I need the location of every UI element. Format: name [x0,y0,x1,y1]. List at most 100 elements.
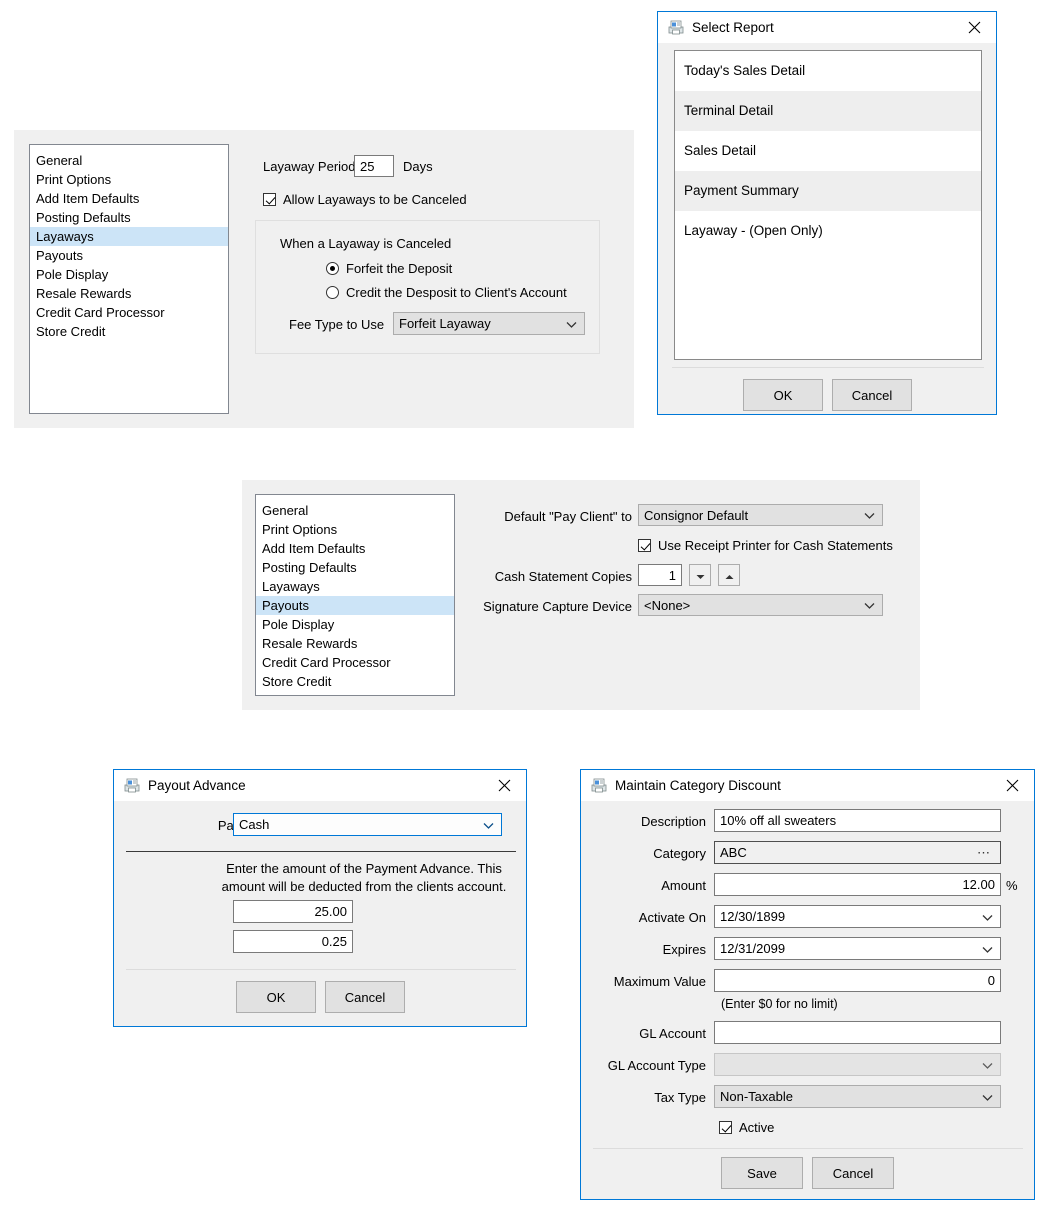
settings-category-list[interactable]: General Print Options Add Item Defaults … [29,144,229,414]
description-input[interactable]: 10% off all sweaters [714,809,1001,832]
report-label: Terminal Detail [684,103,773,118]
expires-datepicker[interactable]: 12/31/2099 [714,937,1001,960]
groupbox-title: When a Layaway is Canceled [280,236,451,251]
tax-type-label: Tax Type [591,1090,706,1105]
cash-statement-copies-up-button[interactable] [718,564,740,586]
use-receipt-printer-checkbox[interactable]: Use Receipt Printer for Cash Statements [638,538,893,553]
maximum-value-label: Maximum Value [586,974,706,989]
checkbox-box [263,193,276,206]
sidebar-item-layaways[interactable]: Layaways [256,577,454,596]
select-report-cancel-button[interactable]: Cancel [832,379,912,411]
radio-forfeit-deposit[interactable]: Forfeit the Deposit [326,261,452,276]
sidebar-item-store-credit[interactable]: Store Credit [30,322,228,341]
description-value: 10% off all sweaters [720,813,836,828]
sidebar-item-resale-rewards[interactable]: Resale Rewards [256,634,454,653]
fee-type-select[interactable]: Forfeit Layaway [393,312,585,335]
expires-label: Expires [591,942,706,957]
allow-layaways-canceled-checkbox[interactable]: Allow Layaways to be Canceled [263,192,467,207]
layaway-period-input[interactable]: 25 [354,155,394,177]
category-input[interactable]: ABC ⋯ [714,841,1001,864]
ellipsis-icon[interactable]: ⋯ [977,845,992,861]
payout-advance-titlebar: Payout Advance [114,770,526,801]
gl-account-type-select[interactable] [714,1053,1001,1076]
default-pay-client-select[interactable]: Consignor Default [638,504,883,526]
gl-account-type-label: GL Account Type [586,1058,706,1073]
amount-value: 25.00 [314,904,347,919]
payout-advance-ok-button[interactable]: OK [236,981,316,1013]
sidebar-item-credit-card-processor[interactable]: Credit Card Processor [30,303,228,322]
check-fee-input[interactable]: 0.25 [233,930,353,953]
sidebar-item-resale-rewards[interactable]: Resale Rewards [30,284,228,303]
sidebar-item-add-item-defaults[interactable]: Add Item Defaults [256,539,454,558]
signature-capture-device-label: Signature Capture Device [442,599,632,614]
category-discount-cancel-button[interactable]: Cancel [812,1157,894,1189]
category-discount-save-button[interactable]: Save [721,1157,803,1189]
list-item[interactable]: Today's Sales Detail [675,51,981,91]
category-label: Pole Display [262,617,334,632]
button-label: Cancel [852,388,892,403]
category-label: Add Item Defaults [36,191,139,206]
active-checkbox[interactable]: Active [719,1120,774,1135]
sidebar-item-add-item-defaults[interactable]: Add Item Defaults [30,189,228,208]
category-label: Credit Card Processor [262,655,391,670]
sidebar-item-general[interactable]: General [30,151,228,170]
select-report-ok-button[interactable]: OK [743,379,823,411]
payout-advance-cancel-button[interactable]: Cancel [325,981,405,1013]
signature-capture-device-select[interactable]: <None> [638,594,883,616]
list-item[interactable]: Sales Detail [675,131,981,171]
list-item[interactable]: Layaway - (Open Only) [675,211,981,251]
sidebar-item-payouts[interactable]: Payouts [256,596,454,615]
amount-input[interactable]: 25.00 [233,900,353,923]
button-label: Cancel [833,1166,873,1181]
maximum-value-value: 0 [988,973,995,988]
sidebar-item-credit-card-processor[interactable]: Credit Card Processor [256,653,454,672]
chevron-up-icon [725,568,734,583]
close-icon[interactable] [482,770,526,801]
sidebar-item-pole-display[interactable]: Pole Display [30,265,228,284]
category-value: ABC [720,845,747,860]
category-label: Posting Defaults [36,210,131,225]
layaway-period-value: 25 [360,159,374,174]
list-item[interactable]: Payment Summary [675,171,981,211]
note-line-1: Enter the amount of the Payment Advance.… [219,860,509,878]
amount-input[interactable]: 12.00 [714,873,1001,896]
payment-account-select[interactable]: Cash [233,813,502,836]
report-label: Today's Sales Detail [684,63,805,78]
tax-type-select[interactable]: Non-Taxable [714,1085,1001,1108]
button-label: OK [774,388,793,403]
category-label: Credit Card Processor [36,305,165,320]
sidebar-item-print-options[interactable]: Print Options [30,170,228,189]
gl-account-input[interactable] [714,1021,1001,1044]
category-label: Posting Defaults [262,560,357,575]
sidebar-item-posting-defaults[interactable]: Posting Defaults [30,208,228,227]
radio-circle [326,286,339,299]
cash-statement-copies-down-button[interactable] [689,564,711,586]
report-list[interactable]: Today's Sales Detail Terminal Detail Sal… [674,50,982,360]
sidebar-item-payouts[interactable]: Payouts [30,246,228,265]
radio-credit-deposit[interactable]: Credit the Desposit to Client's Account [326,285,567,300]
chevron-down-icon [982,1057,993,1072]
chevron-down-icon [982,941,993,956]
sidebar-item-general[interactable]: General [256,501,454,520]
activate-on-datepicker[interactable]: 12/30/1899 [714,905,1001,928]
sidebar-item-print-options[interactable]: Print Options [256,520,454,539]
category-discount-titlebar: Maintain Category Discount [581,770,1034,801]
settings-category-list[interactable]: General Print Options Add Item Defaults … [255,494,455,696]
payout-advance-footer-divider [126,969,516,970]
category-discount-footer-divider [593,1148,1023,1149]
activate-on-value: 12/30/1899 [720,909,785,924]
amount-label: Amount [591,878,706,893]
close-icon[interactable] [990,770,1034,801]
default-pay-client-value: Consignor Default [644,508,748,523]
list-item[interactable]: Terminal Detail [675,91,981,131]
close-icon[interactable] [952,12,996,43]
maximum-value-input[interactable]: 0 [714,969,1001,992]
button-label: OK [267,990,286,1005]
sidebar-item-posting-defaults[interactable]: Posting Defaults [256,558,454,577]
cash-statement-copies-input[interactable]: 1 [638,564,682,586]
category-label: Payouts [36,248,83,263]
radio-label: Credit the Desposit to Client's Account [346,285,567,300]
sidebar-item-pole-display[interactable]: Pole Display [256,615,454,634]
sidebar-item-store-credit[interactable]: Store Credit [256,672,454,691]
sidebar-item-layaways[interactable]: Layaways [30,227,228,246]
